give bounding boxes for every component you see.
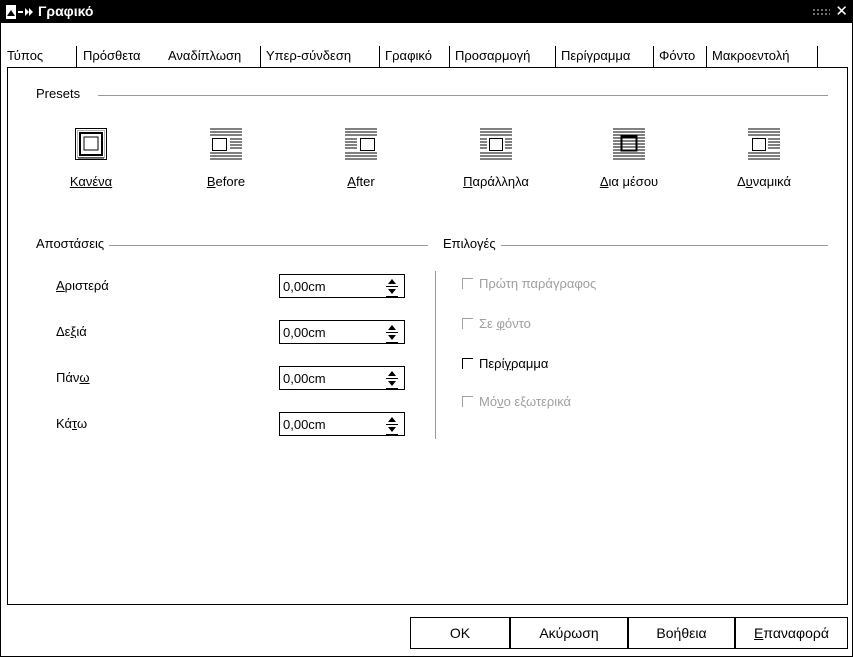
footer-divider bbox=[7, 604, 848, 605]
reset-button[interactable]: Επαναφορά bbox=[735, 617, 848, 649]
in-background-label: Σε φόντο bbox=[479, 316, 531, 331]
tab-separator bbox=[653, 46, 654, 67]
tab-separator bbox=[379, 46, 380, 67]
preset-parallel-label: Παράλληλα bbox=[463, 174, 529, 189]
wrap-before-icon bbox=[210, 128, 242, 160]
close-icon[interactable]: ✕ bbox=[835, 2, 848, 20]
wrap-through-icon bbox=[613, 128, 645, 160]
top-spacing-field[interactable]: 0,00cm bbox=[279, 366, 405, 390]
tab-separator bbox=[76, 46, 77, 67]
tab-background[interactable]: Φόντο bbox=[659, 45, 695, 67]
spin-down-icon[interactable] bbox=[386, 287, 398, 297]
checkbox-icon bbox=[462, 278, 473, 289]
tab-borders[interactable]: Περίγραμμα bbox=[561, 45, 630, 67]
right-spacing-field[interactable]: 0,00cm bbox=[279, 320, 405, 344]
checkbox-icon bbox=[462, 396, 473, 407]
spin-down-icon[interactable] bbox=[386, 379, 398, 389]
tab-wrap[interactable]: Αναδίπλωση bbox=[168, 45, 241, 67]
preset-none-label: Κανένα bbox=[69, 174, 113, 189]
presets-divider bbox=[98, 95, 828, 96]
preset-after[interactable]: After bbox=[306, 128, 416, 189]
options-divider bbox=[444, 245, 828, 246]
tab-macro[interactable]: Μακροεντολή bbox=[712, 45, 789, 67]
outside-only-checkbox[interactable]: Μόνο εξωτερικά bbox=[462, 394, 571, 409]
tab-type[interactable]: Τύπος bbox=[7, 45, 43, 67]
dialog-window: Γραφικό ✕ Τύπος Πρόσθετα Αναδίπλωση Υπερ… bbox=[0, 0, 853, 657]
preset-through[interactable]: Δια μέσου bbox=[574, 128, 684, 189]
tab-hyperlink[interactable]: Υπερ-σύνδεση bbox=[266, 45, 351, 67]
first-paragraph-label: Πρώτη παράγραφος bbox=[479, 276, 597, 291]
checkbox-icon bbox=[462, 358, 473, 369]
in-background-checkbox[interactable]: Σε φόντο bbox=[462, 316, 531, 331]
bottom-spacing-label: Κάτω bbox=[56, 416, 88, 431]
preset-after-label: After bbox=[347, 174, 375, 189]
left-spacing-label: Αριστερά bbox=[56, 278, 109, 293]
contour-label: Περίγραμμα bbox=[479, 356, 549, 371]
wrap-optimal-icon bbox=[748, 128, 780, 160]
spin-up-icon[interactable] bbox=[386, 323, 398, 333]
preset-optimal[interactable]: Δυναμικά bbox=[709, 128, 819, 189]
tab-options[interactable]: Πρόσθετα bbox=[83, 45, 141, 67]
preset-parallel[interactable]: Παράλληλα bbox=[441, 128, 551, 189]
wrap-none-icon bbox=[75, 128, 107, 160]
tab-graphic[interactable]: Γραφικό bbox=[385, 45, 432, 67]
tab-crop[interactable]: Προσαρμογή bbox=[455, 45, 530, 67]
left-spacing-value: 0,00cm bbox=[283, 279, 326, 294]
bottom-spacing-value: 0,00cm bbox=[283, 417, 326, 432]
right-spacing-label: Δεξιά bbox=[56, 324, 87, 339]
preset-none[interactable]: Κανένα bbox=[36, 128, 146, 189]
right-spacing-value: 0,00cm bbox=[283, 325, 326, 340]
title-grip-icon bbox=[812, 8, 830, 16]
preset-optimal-label: Δυναμικά bbox=[736, 174, 792, 189]
window-title: Γραφικό bbox=[38, 3, 94, 19]
spin-up-icon[interactable] bbox=[386, 415, 398, 425]
wrap-tab-panel: Presets Κανένα Before After Παράλληλα Δι… bbox=[7, 67, 848, 605]
preset-before-label: Before bbox=[206, 174, 246, 189]
tab-separator bbox=[260, 46, 261, 67]
options-heading: Επιλογές bbox=[443, 236, 501, 251]
top-spacing-value: 0,00cm bbox=[283, 371, 326, 386]
tab-separator bbox=[555, 46, 556, 67]
left-spacing-field[interactable]: 0,00cm bbox=[279, 274, 405, 298]
presets-heading: Presets bbox=[36, 86, 86, 101]
spin-down-icon[interactable] bbox=[386, 333, 398, 343]
contour-checkbox[interactable]: Περίγραμμα bbox=[462, 356, 548, 371]
spin-up-icon[interactable] bbox=[386, 369, 398, 379]
top-spacing-label: Πάνω bbox=[56, 370, 90, 385]
tab-separator bbox=[817, 46, 818, 67]
spacing-heading: Αποστάσεις bbox=[36, 236, 110, 251]
outside-only-label: Μόνο εξωτερικά bbox=[479, 394, 572, 409]
cancel-button[interactable]: Ακύρωση bbox=[510, 617, 628, 649]
wrap-after-icon bbox=[345, 128, 377, 160]
app-icon bbox=[6, 5, 33, 19]
spin-down-icon[interactable] bbox=[386, 425, 398, 435]
title-bar[interactable]: Γραφικό ✕ bbox=[1, 1, 852, 23]
ok-button[interactable]: OK bbox=[410, 617, 510, 649]
first-paragraph-checkbox[interactable]: Πρώτη παράγραφος bbox=[462, 276, 596, 291]
spin-up-icon[interactable] bbox=[386, 277, 398, 287]
options-vertical-divider bbox=[435, 271, 436, 439]
wrap-parallel-icon bbox=[480, 128, 512, 160]
tab-separator bbox=[449, 46, 450, 67]
tab-separator bbox=[706, 46, 707, 67]
preset-through-label: Δια μέσου bbox=[599, 174, 659, 189]
bottom-spacing-field[interactable]: 0,00cm bbox=[279, 412, 405, 436]
checkbox-icon bbox=[462, 318, 473, 329]
preset-before[interactable]: Before bbox=[171, 128, 281, 189]
help-button[interactable]: Βοήθεια bbox=[628, 617, 735, 649]
